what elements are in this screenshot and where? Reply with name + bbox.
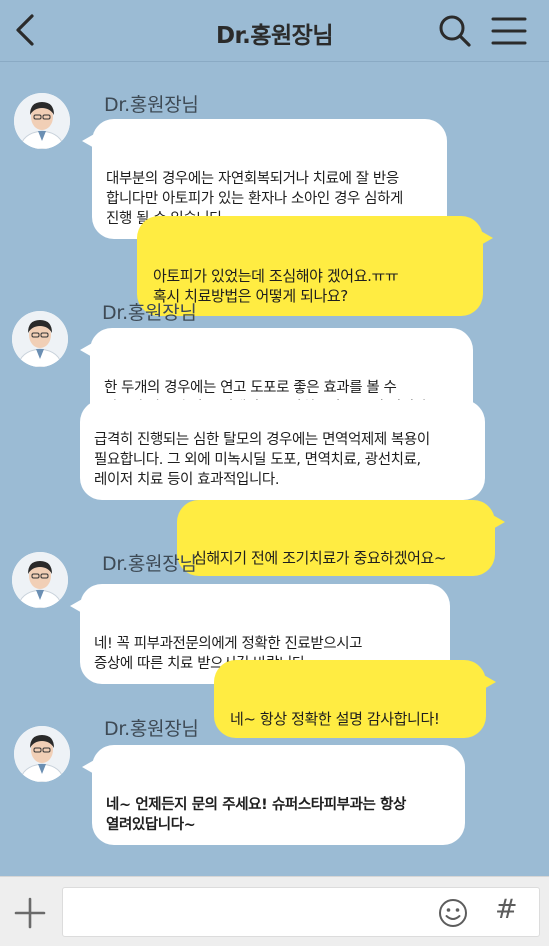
bubble-tail bbox=[491, 514, 505, 530]
message-input[interactable]: # bbox=[62, 887, 540, 937]
sender-name: Dr.홍원장님 bbox=[104, 94, 199, 116]
bubble-tail bbox=[82, 759, 96, 775]
bubble-tail bbox=[82, 133, 96, 149]
attach-button[interactable] bbox=[12, 895, 48, 931]
chevron-left-icon bbox=[16, 14, 34, 46]
message-text: 급격히 진행되는 심한 탈모의 경우에는 면역억제제 복용이 필요합니다. 그 … bbox=[94, 432, 430, 488]
message-text: 네~ 언제든지 문의 주세요! 슈퍼스타피부과는 항상 열려있답니다~ bbox=[106, 797, 407, 833]
hamburger-menu-icon bbox=[491, 17, 527, 45]
back-button[interactable] bbox=[10, 12, 42, 48]
bubble-tail bbox=[70, 598, 84, 614]
outgoing-message[interactable]: 심해지기 전에 조기치료가 중요하겠어요~ bbox=[177, 500, 505, 576]
emoji-button[interactable] bbox=[437, 897, 469, 929]
search-icon bbox=[439, 15, 471, 47]
avatar[interactable] bbox=[12, 552, 68, 608]
bubble-tail bbox=[80, 342, 94, 358]
doctor-avatar-icon bbox=[12, 552, 68, 608]
chat-header: Dr.홍원장님 bbox=[0, 0, 549, 62]
menu-button[interactable] bbox=[490, 14, 528, 48]
emoji-icon bbox=[439, 899, 467, 927]
incoming-message[interactable]: 급격히 진행되는 심한 탈모의 경우에는 면역억제제 복용이 필요합니다. 그 … bbox=[80, 400, 485, 500]
sender-name: Dr.홍원장님 bbox=[102, 553, 197, 575]
avatar[interactable] bbox=[14, 726, 70, 782]
incoming-message[interactable]: 네~ 언제든지 문의 주세요! 슈퍼스타피부과는 항상 열려있답니다~ bbox=[82, 745, 465, 845]
bubble-tail bbox=[482, 674, 496, 690]
message-text: 심해지기 전에 조기치료가 중요하겠어요~ bbox=[193, 549, 447, 567]
plus-icon bbox=[14, 897, 46, 929]
bubble-tail bbox=[479, 230, 493, 246]
avatar[interactable] bbox=[14, 93, 70, 149]
sender-name: Dr.홍원장님 bbox=[104, 718, 199, 740]
doctor-avatar-icon bbox=[14, 93, 70, 149]
search-button[interactable] bbox=[437, 13, 473, 49]
message-composer: # bbox=[0, 876, 549, 946]
message-text: 네~ 항상 정확한 설명 감사합니다! bbox=[230, 710, 440, 728]
sender-name: Dr.홍원장님 bbox=[102, 302, 197, 324]
doctor-avatar-icon bbox=[14, 726, 70, 782]
outgoing-message[interactable]: 네~ 항상 정확한 설명 감사합니다! bbox=[214, 660, 496, 738]
hashtag-button[interactable]: # bbox=[495, 894, 523, 928]
doctor-avatar-icon bbox=[12, 311, 68, 367]
avatar[interactable] bbox=[12, 311, 68, 367]
